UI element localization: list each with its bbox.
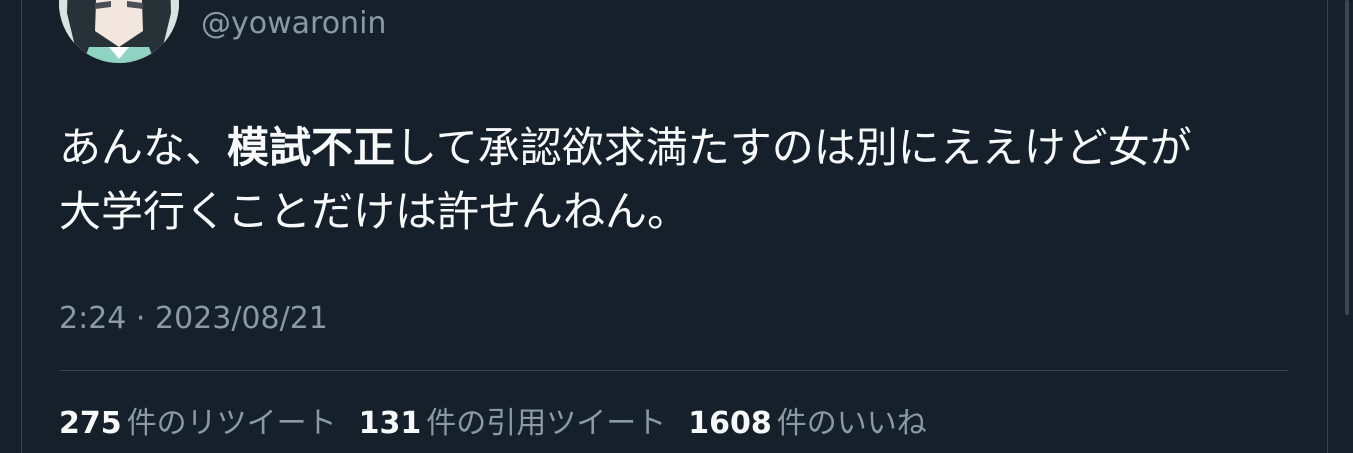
engagement-stats: 275 件のリツイート 131 件の引用ツイート 1608 件のいいね [59,398,949,441]
tweet-text-bold: 模試不正 [227,123,396,172]
scrollbar[interactable] [1341,0,1353,453]
quotes-count: 131 [358,406,422,441]
user-handle[interactable]: @yowaronin [201,4,386,44]
tweet-timestamp[interactable]: 2:24 · 2023/08/21 [59,299,328,339]
tweet-text-part: あんな、 [59,123,228,172]
retweets-stat[interactable]: 275 件のリツイート [59,398,337,442]
scrollbar-thumb[interactable] [1345,0,1349,315]
likes-count: 1608 [688,406,772,441]
likes-label: 件のいいね [776,406,927,441]
retweets-count: 275 [59,406,122,441]
tweet-page: @yowaronin あんな、模試不正して承認欲求満たすのは別にええけど女が 大… [0,0,1353,453]
divider [59,370,1288,371]
quotes-label: 件の引用ツイート [426,406,667,441]
quotes-stat[interactable]: 131 件の引用ツイート [359,398,667,442]
likes-stat[interactable]: 1608 件のいいね [688,398,927,442]
retweets-label: 件のリツイート [126,406,337,441]
tweet-text: あんな、模試不正して承認欲求満たすのは別にええけど女が 大学行くことだけは許せん… [59,116,1309,244]
